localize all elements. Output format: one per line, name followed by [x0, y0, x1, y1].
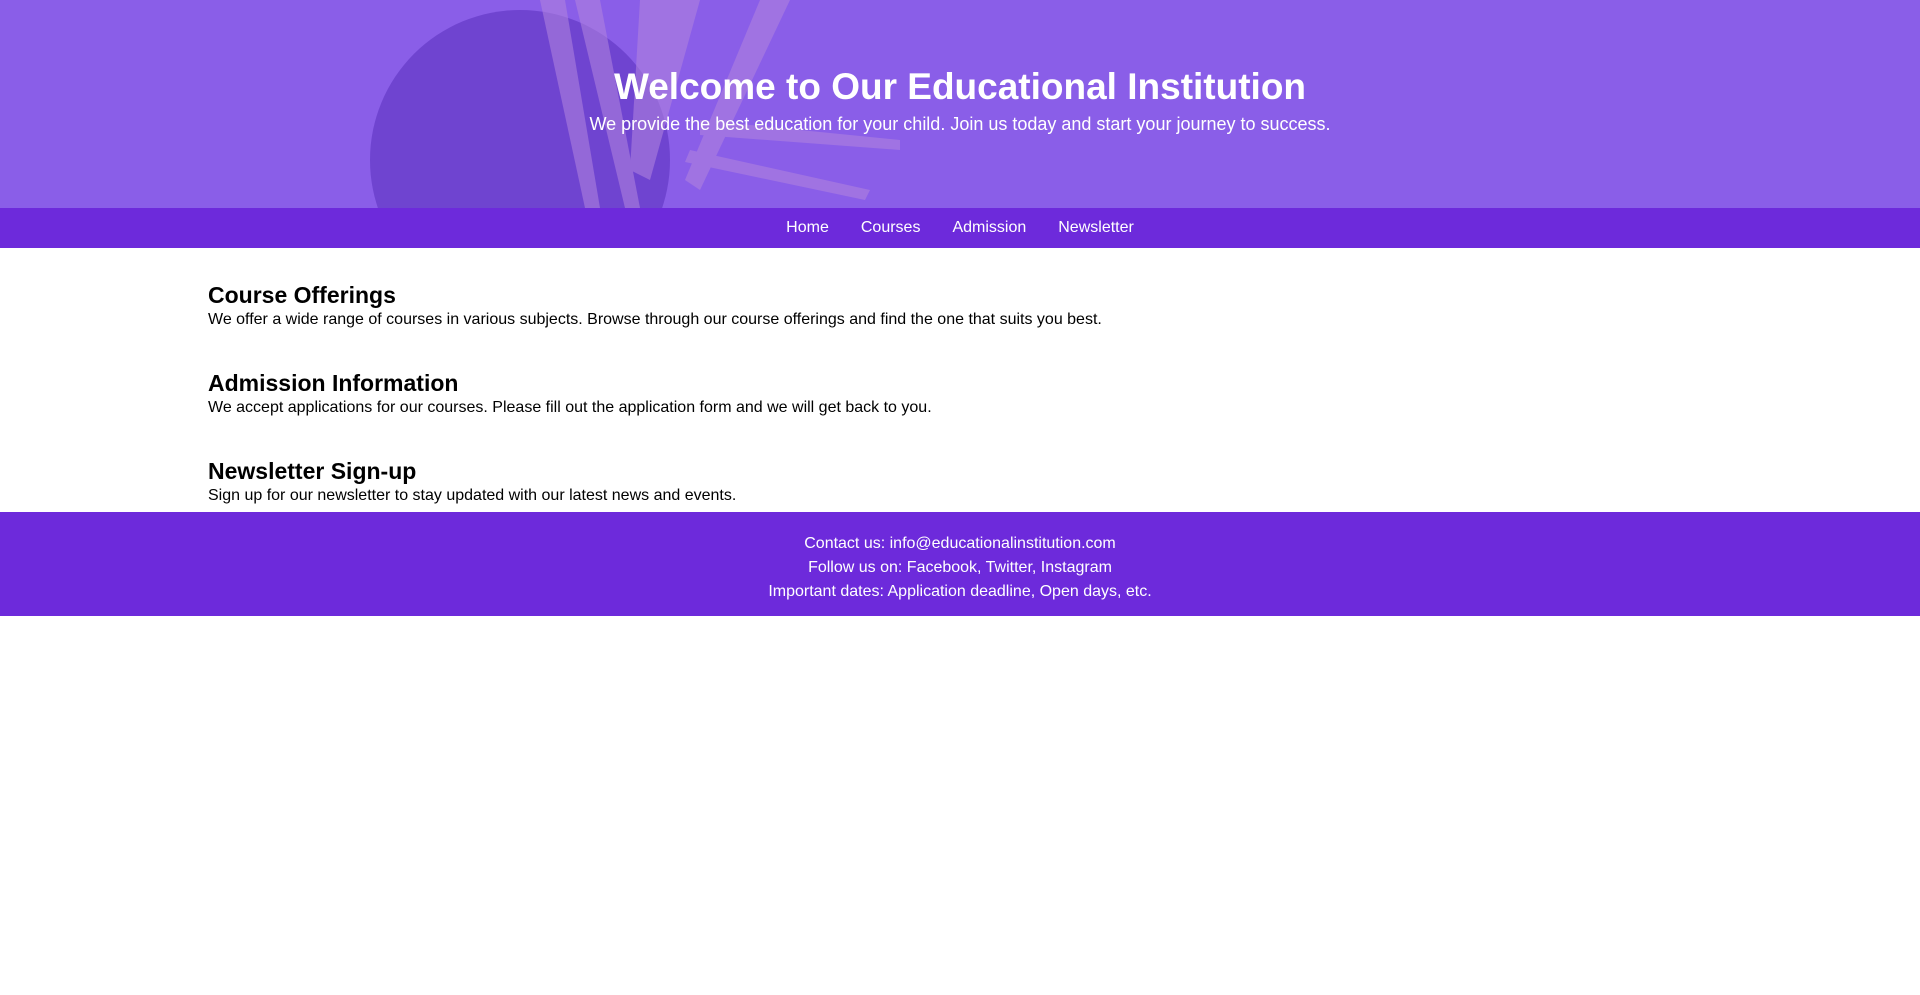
footer-social: Follow us on: Facebook, Twitter, Instagr… [808, 559, 1112, 576]
footer-dates: Important dates: Application deadline, O… [768, 583, 1152, 600]
nav-link-admission[interactable]: Admission [952, 219, 1026, 237]
footer-contact: Contact us: info@educationalinstitution.… [804, 535, 1116, 552]
nav-link-courses[interactable]: Courses [861, 219, 921, 237]
section-admission-information: Admission Information We accept applicat… [208, 370, 1920, 418]
main-content: Course Offerings We offer a wide range o… [0, 248, 1920, 512]
section-heading: Course Offerings [208, 282, 396, 308]
section-heading: Admission Information [208, 370, 459, 396]
section-text: We offer a wide range of courses in vari… [208, 311, 1102, 328]
section-text: We accept applications for our courses. … [208, 399, 932, 416]
hero-banner: Welcome to Our Educational Institution W… [0, 0, 1920, 208]
hero-subtitle: We provide the best education for your c… [589, 114, 1331, 134]
section-newsletter-signup: Newsletter Sign-up Sign up for our newsl… [208, 458, 1920, 506]
page-footer: Contact us: info@educationalinstitution.… [0, 512, 1920, 616]
hero-text: Welcome to Our Educational Institution W… [0, 0, 1920, 136]
nav-link-newsletter[interactable]: Newsletter [1058, 219, 1134, 237]
nav-link-home[interactable]: Home [786, 219, 829, 237]
main-navigation: Home Courses Admission Newsletter [0, 208, 1920, 248]
section-text: Sign up for our newsletter to stay updat… [208, 487, 737, 504]
hero-title: Welcome to Our Educational Institution [613, 66, 1307, 107]
section-heading: Newsletter Sign-up [208, 458, 417, 484]
section-course-offerings: Course Offerings We offer a wide range o… [208, 282, 1920, 330]
